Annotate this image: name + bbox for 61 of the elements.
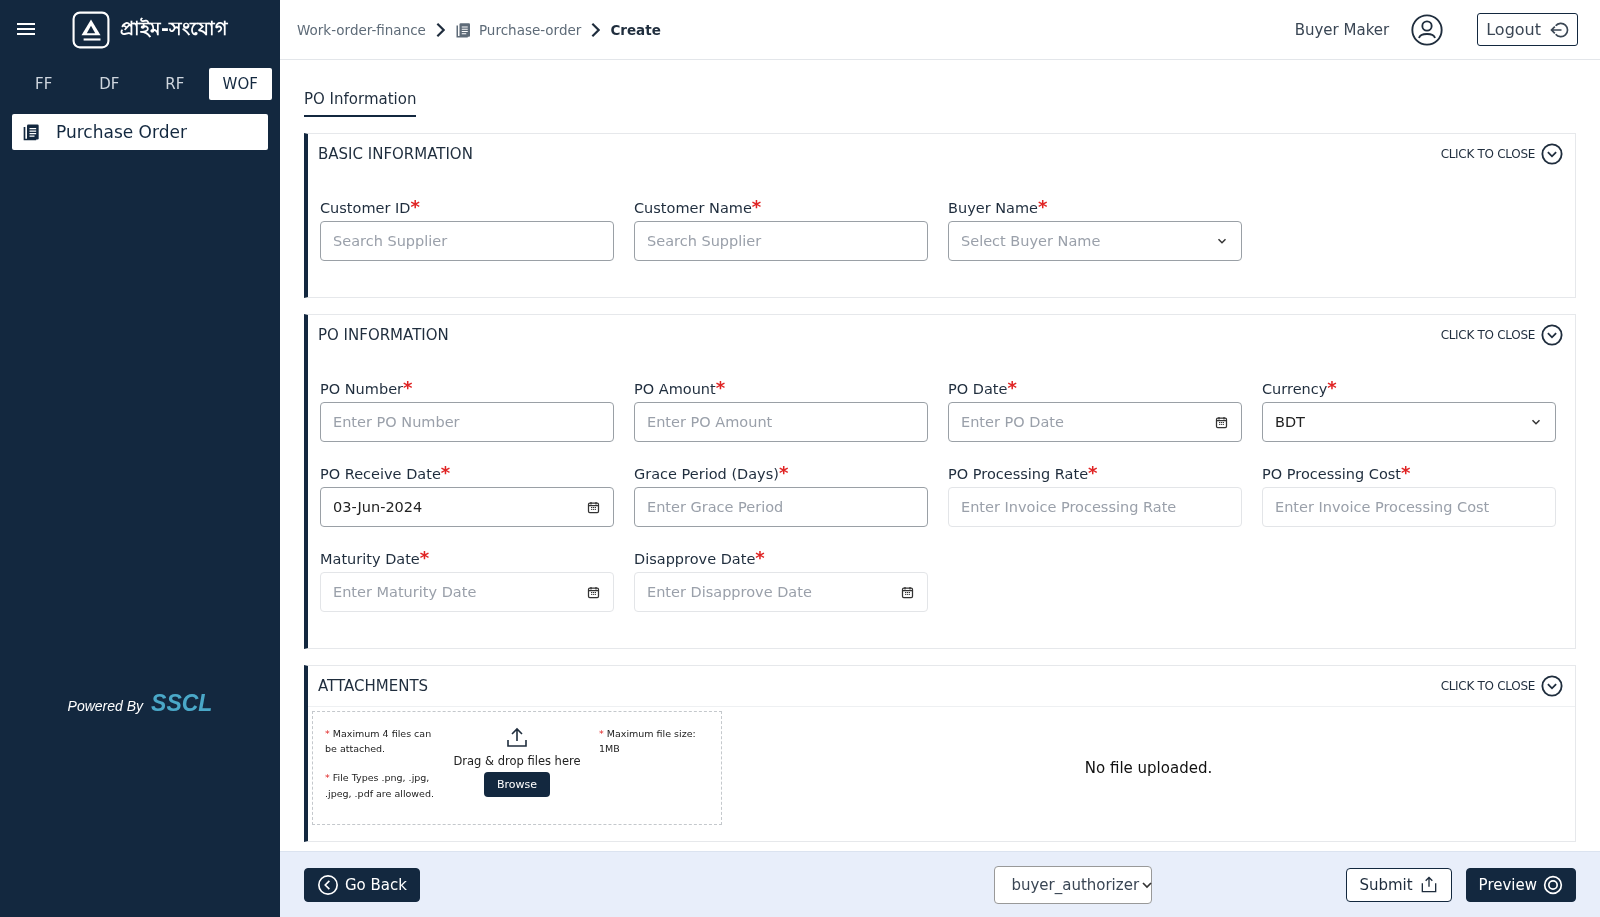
collapse-toggle[interactable]: CLICK TO CLOSE — [1434, 674, 1569, 698]
field-label: Maturity Date* — [320, 547, 431, 569]
field-label: PO Date* — [948, 377, 1018, 399]
field-label: PO Receive Date* — [320, 462, 452, 484]
attachment-note: * File Types .png, .jpg, .jpeg, .pdf are allowed. — [325, 771, 435, 801]
module-tab[interactable]: WOF — [208, 68, 272, 100]
attachment-note: * Maximum 4 files can be attached. — [325, 727, 433, 757]
logo-icon — [72, 11, 110, 49]
logout-button[interactable]: Logout — [1477, 13, 1578, 46]
sidebar-item[interactable]: Purchase Order — [12, 114, 268, 150]
powered-by-text: Powered By — [67, 698, 144, 714]
field-label: Customer ID* — [320, 196, 421, 218]
chevron-right-icon — [435, 21, 445, 38]
field-label: Currency* — [1262, 377, 1338, 399]
document-icon — [22, 122, 42, 142]
section-title: PO INFORMATION — [318, 326, 450, 344]
breadcrumb-link[interactable]: Purchase-order — [454, 20, 582, 39]
circle-arrow-left-icon — [317, 873, 339, 896]
field-label: Customer Name* — [634, 196, 763, 218]
date-field[interactable]: 03-Jun-2024 — [320, 487, 614, 527]
chevron-right-icon — [591, 21, 601, 38]
field-label: Grace Period (Days)* — [634, 462, 790, 484]
attachment-note: * Maximum file size: 1MB — [599, 727, 697, 757]
calendar-icon — [1214, 414, 1229, 430]
submit-button[interactable]: Submit — [1346, 867, 1452, 902]
select-field[interactable]: BDT — [1262, 402, 1556, 442]
brand-name: SSCL — [151, 690, 213, 717]
empty-message: No file uploaded. — [1083, 759, 1214, 777]
collapse-toggle[interactable]: CLICK TO CLOSE — [1434, 323, 1569, 347]
upload-icon — [505, 726, 529, 750]
logo-text: প্রাইম-সংযোগ — [120, 16, 227, 41]
user-avatar-icon[interactable] — [1411, 13, 1444, 46]
field-label: Buyer Name* — [948, 196, 1049, 218]
file-drop-zone[interactable]: * Maximum 4 files can be attached. * File Types .png, .jpg, .jpeg, .pdf are allowed. Drag & drop files here Browse * Maximum file size: 1MB — [312, 711, 722, 825]
user-name: Buyer Maker — [1294, 20, 1390, 39]
calendar-icon — [900, 584, 915, 600]
breadcrumb-link[interactable]: Work-order-finance — [297, 21, 426, 38]
circle-chevron-down-icon — [1541, 675, 1563, 697]
module-tab[interactable]: RF — [143, 68, 207, 100]
field-label: PO Processing Rate* — [948, 462, 1099, 484]
module-tab[interactable]: FF — [12, 68, 76, 100]
field-label: PO Amount* — [634, 377, 727, 399]
page-tab[interactable]: PO Information — [304, 90, 417, 117]
preview-button[interactable]: Preview — [1465, 867, 1576, 902]
calendar-icon — [586, 499, 601, 515]
section-title: ATTACHMENTS — [318, 677, 430, 695]
collapse-toggle[interactable]: CLICK TO CLOSE — [1434, 142, 1569, 166]
logout-icon — [1549, 19, 1569, 40]
section-title: BASIC INFORMATION — [318, 145, 474, 163]
browse-button[interactable]: Browse — [483, 772, 551, 797]
role-select[interactable]: buyer_authorizer — [994, 865, 1153, 904]
calendar-icon — [586, 584, 601, 600]
drop-hint: Drag & drop files here — [453, 754, 581, 768]
field-label: PO Number* — [320, 377, 414, 399]
breadcrumb-link[interactable]: Create — [610, 21, 661, 38]
circle-chevron-down-icon — [1541, 143, 1563, 165]
module-tab[interactable]: DF — [77, 68, 141, 100]
field-label: PO Processing Cost* — [1262, 462, 1412, 484]
go-back-button[interactable]: Go Back — [304, 867, 420, 902]
field-label: Disapprove Date* — [634, 547, 766, 569]
circle-chevron-down-icon — [1541, 324, 1563, 346]
